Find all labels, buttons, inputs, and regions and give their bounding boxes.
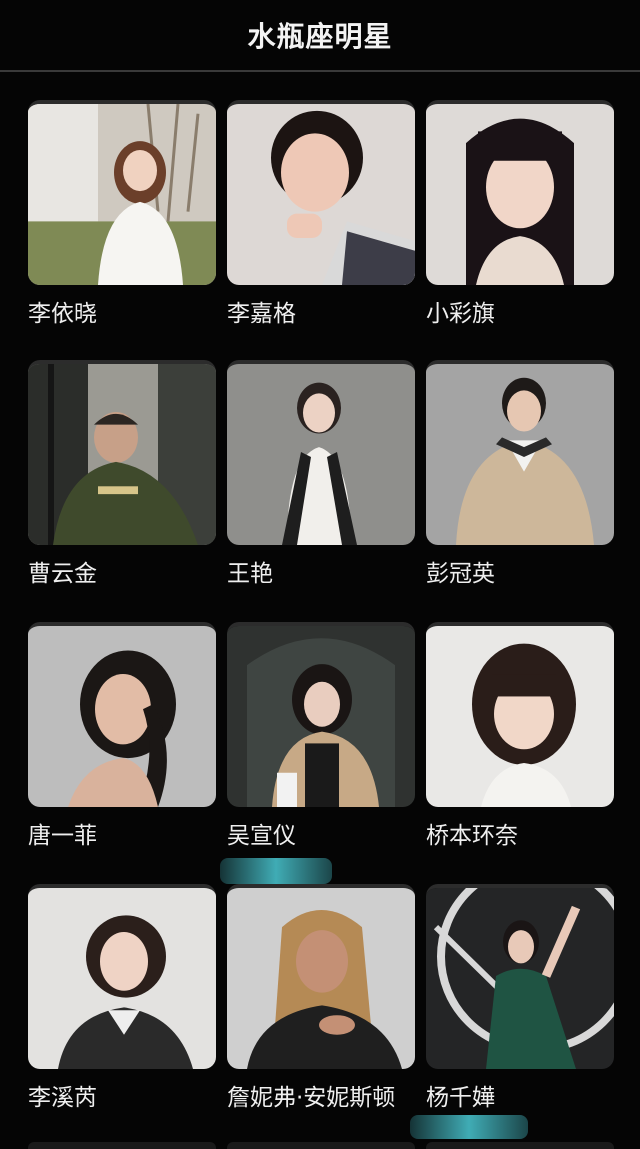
celebrity-card[interactable]: 李嘉格 [227, 100, 415, 340]
celebrity-name: 唐一菲 [28, 823, 97, 849]
celebrity-card[interactable]: 唐一菲 [28, 622, 216, 862]
celebrity-card[interactable]: 小彩旗 [426, 100, 614, 340]
celebrity-photo[interactable] [227, 360, 415, 545]
celebrity-name: 王艳 [227, 561, 273, 587]
highlight-smudge [220, 858, 332, 884]
celebrity-name: 吴宣仪 [227, 823, 296, 849]
celebrity-name: 曹云金 [28, 561, 97, 587]
celebrity-name: 彭冠英 [426, 561, 495, 587]
celebrity-name: 杨千嬅 [426, 1085, 495, 1111]
celebrity-name: 小彩旗 [426, 301, 495, 327]
celebrity-photo[interactable] [426, 100, 614, 285]
celebrity-name: 李嘉格 [227, 301, 296, 327]
celebrity-name: 桥本环奈 [426, 823, 518, 849]
celebrity-photo[interactable] [28, 622, 216, 807]
celebrity-name: 李依晓 [28, 301, 97, 327]
celebrity-photo[interactable] [28, 360, 216, 545]
celebrity-card[interactable]: 彭冠英 [426, 360, 614, 600]
celebrity-photo[interactable] [426, 884, 614, 1069]
next-card-edge [227, 1142, 415, 1149]
celebrity-card[interactable]: 桥本环奈 [426, 622, 614, 862]
celebrity-photo[interactable] [28, 884, 216, 1069]
celebrity-photo[interactable] [227, 884, 415, 1069]
celebrity-card[interactable]: 吴宣仪 [227, 622, 415, 862]
celebrity-photo[interactable] [426, 360, 614, 545]
highlight-smudge [410, 1115, 528, 1139]
celebrity-photo[interactable] [28, 100, 216, 285]
celebrity-photo[interactable] [227, 622, 415, 807]
next-card-edge [28, 1142, 216, 1149]
celebrity-card[interactable]: 杨千嬅 [426, 884, 614, 1124]
celebrity-name: 詹妮弗·安妮斯顿 [227, 1085, 396, 1111]
celebrity-card[interactable]: 曹云金 [28, 360, 216, 600]
celebrity-photo[interactable] [426, 622, 614, 807]
celebrity-name: 李溪芮 [28, 1085, 97, 1111]
next-card-edge [426, 1142, 614, 1149]
celebrity-grid: 李依晓 李嘉格 小彩旗 曹云金 王艳 彭冠英 唐一菲 吴宣仪 桥本环奈 李溪芮 … [0, 0, 640, 1149]
celebrity-card[interactable]: 李依晓 [28, 100, 216, 340]
celebrity-photo[interactable] [227, 100, 415, 285]
celebrity-card[interactable]: 王艳 [227, 360, 415, 600]
celebrity-card[interactable]: 李溪芮 [28, 884, 216, 1124]
celebrity-card[interactable]: 詹妮弗·安妮斯顿 [227, 884, 415, 1124]
